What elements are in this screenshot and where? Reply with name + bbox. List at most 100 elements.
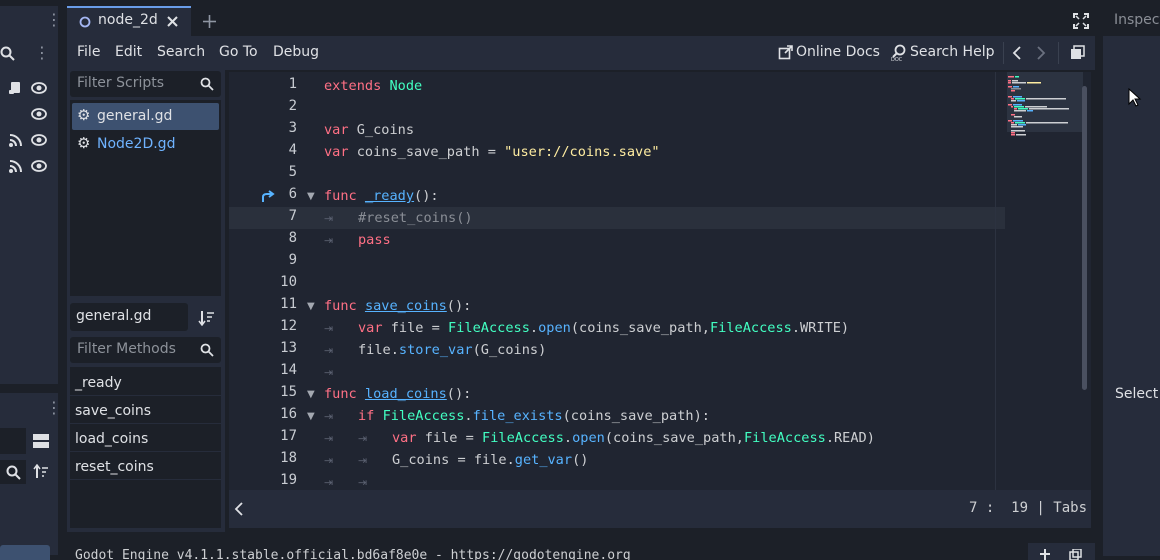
line-number: 9 [288, 252, 297, 268]
minimap[interactable] [1005, 72, 1083, 490]
token-keyword: if [358, 408, 375, 424]
filesystem-path-field[interactable] [0, 428, 26, 454]
token-args: .READ) [825, 430, 875, 446]
fold-arrow-icon[interactable]: ▼ [307, 191, 315, 202]
method-list: _ready save_coins load_coins reset_coins [70, 367, 221, 528]
token-function: save_coins [364, 298, 447, 314]
visibility-eye-icon[interactable] [31, 134, 47, 146]
copy-icon[interactable] [1069, 549, 1083, 560]
gear-icon: ⚙ [77, 134, 91, 152]
list-item-general-gd[interactable]: ⚙ general.gd [72, 103, 219, 130]
sort-icon[interactable] [198, 309, 215, 326]
close-icon[interactable] [166, 15, 179, 28]
filter-scripts-input[interactable]: Filter Scripts [70, 71, 221, 97]
visibility-eye-icon[interactable] [31, 82, 47, 94]
tab-label: node_2d [98, 12, 158, 28]
line-length-guideline [995, 72, 996, 490]
scene-toolbar: ⋮ [0, 38, 58, 68]
token-string: "user://coins.save" [504, 144, 660, 160]
line-number: 8 [288, 230, 297, 246]
editor-statusbar [229, 490, 1091, 528]
list-item-node2d-gd[interactable]: ⚙ Node2D.gd [72, 131, 219, 158]
menu-edit[interactable]: Edit [115, 44, 142, 60]
tab-indent-glyph: ⇥ [324, 322, 334, 335]
current-line-highlight [229, 207, 1005, 229]
menu-search[interactable]: Search [157, 44, 205, 60]
search-icon [200, 343, 214, 357]
search-icon[interactable] [0, 45, 16, 61]
current-script-label: general.gd [76, 308, 152, 324]
code-line-comment: #reset_coins() [358, 210, 473, 226]
connected-signal-icon[interactable] [261, 190, 275, 203]
line-number: 14 [280, 362, 297, 378]
code-line: pass [358, 232, 391, 248]
list-item[interactable]: load_coins [70, 425, 221, 452]
dock-menu-icon[interactable]: ⋮ [46, 400, 62, 416]
filter-methods-placeholder: Filter Methods [77, 341, 176, 357]
code-line: if FileAccess.file_exists(coins_save_pat… [358, 408, 710, 424]
method-name: load_coins [75, 431, 149, 447]
list-item[interactable]: _ready [70, 369, 221, 396]
layout-toggle-icon[interactable] [32, 433, 50, 449]
search-icon [6, 465, 21, 480]
token-identifier: G_coins = file. [392, 452, 515, 468]
code-line: var file = FileAccess.open(coins_save_pa… [392, 430, 875, 446]
token-type: Node [389, 78, 423, 94]
vertical-scrollbar[interactable] [1082, 86, 1087, 390]
history-back-icon[interactable] [1012, 46, 1022, 60]
token-args: (G_coins) [472, 342, 547, 358]
signal-icon[interactable] [8, 134, 22, 148]
visibility-eye-icon[interactable] [31, 108, 47, 120]
code-line: func load_coins(): [324, 386, 472, 402]
token-function: store_var [398, 342, 473, 358]
toggle-panel-chevron-icon[interactable] [234, 502, 244, 516]
dock-menu-icon[interactable]: ⋮ [46, 12, 62, 28]
external-link-icon [778, 45, 793, 60]
token-args: (coins_save_path, [570, 320, 710, 336]
fold-arrow-icon[interactable]: ▼ [307, 411, 315, 422]
output-line: Godot Engine v4.1.1.stable.official.bd6a… [75, 548, 631, 560]
code-line: func save_coins(): [324, 298, 472, 314]
add-icon[interactable] [1039, 548, 1051, 560]
line-number: 3 [288, 120, 297, 136]
minimap-code-preview [1008, 76, 1069, 136]
fold-arrow-icon[interactable]: ▼ [307, 389, 315, 400]
line-number: 19 [280, 472, 297, 488]
menu-file[interactable]: File [77, 44, 100, 60]
node-2d-icon [79, 16, 91, 28]
distraction-free-icon[interactable] [1073, 13, 1089, 29]
add-tab-icon[interactable] [202, 14, 217, 29]
token-function: get_var [514, 452, 573, 468]
visibility-eye-icon[interactable] [31, 160, 47, 172]
filter-methods-input[interactable]: Filter Methods [70, 337, 221, 363]
signal-icon[interactable] [8, 160, 22, 174]
line-number: 17 [280, 428, 297, 444]
inspector-empty-hint: Select a [1115, 386, 1160, 402]
tab-node-2d[interactable]: node_2d [67, 6, 191, 36]
menu-go-to[interactable]: Go To [219, 44, 258, 60]
script-name: general.gd [97, 108, 173, 124]
menu-debug[interactable]: Debug [273, 44, 319, 60]
token-keyword: func [324, 298, 357, 314]
token-type: FileAccess [448, 320, 530, 336]
tab-indent-glyph: ⇥ [324, 344, 334, 357]
list-item[interactable]: save_coins [70, 397, 221, 424]
history-forward-icon[interactable] [1036, 46, 1046, 60]
scene-tree [0, 78, 58, 178]
scene-options-icon[interactable]: ⋮ [34, 45, 50, 61]
tab-inspector[interactable]: Inspect [1114, 12, 1160, 28]
filesystem-selected-item[interactable] [0, 545, 50, 560]
make-floating-icon[interactable] [1070, 45, 1085, 60]
list-item[interactable]: reset_coins [70, 453, 221, 480]
token-keyword: func [324, 188, 357, 204]
sort-icon[interactable] [33, 464, 49, 480]
line-number: 1 [288, 76, 297, 92]
fold-arrow-icon[interactable]: ▼ [307, 301, 315, 312]
code-editor[interactable]: 1 2 3 4 5 6 7 8 9 10 11 12 13 14 15 16 1… [229, 72, 1091, 490]
line-number: 15 [280, 384, 297, 400]
script-icon[interactable] [8, 81, 22, 95]
current-script-field[interactable]: general.gd [70, 303, 188, 331]
menubar-separator [1003, 42, 1004, 64]
code-line: var coins_save_path = "user://coins.save… [324, 144, 660, 160]
token-function: open [538, 320, 571, 336]
